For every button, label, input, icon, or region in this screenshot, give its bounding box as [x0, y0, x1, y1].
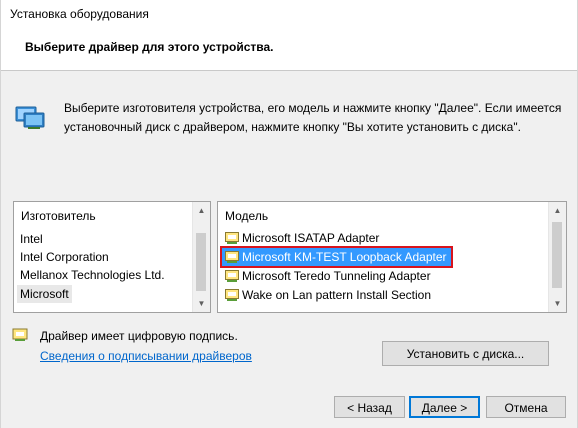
instruction-line-2: установочный диск с драйвером, нажмите к… [64, 120, 521, 134]
scroll-up-icon[interactable]: ▲ [193, 202, 210, 219]
model-list-header: Модель [225, 209, 269, 223]
driver-icon [225, 289, 239, 301]
header-divider [0, 70, 578, 71]
back-button[interactable]: < Назад [334, 396, 405, 418]
instruction-line-1: Выберите изготовителя устройства, его мо… [64, 101, 562, 115]
scroll-thumb[interactable] [196, 233, 206, 291]
instruction-text: Выберите изготовителя устройства, его мо… [64, 99, 564, 137]
driver-icon [225, 232, 239, 244]
have-disk-button[interactable]: Установить с диска... [382, 341, 549, 366]
model-list[interactable]: Модель Microsoft ISATAP Adapter Microsof… [217, 201, 567, 313]
list-item[interactable]: Mellanox Technologies Ltd. [20, 266, 165, 284]
model-label: Microsoft ISATAP Adapter [242, 231, 380, 245]
scroll-up-icon[interactable]: ▲ [549, 202, 566, 219]
wizard-header: Установка оборудования Выберите драйвер … [0, 0, 578, 70]
list-item[interactable]: Wake on Lan pattern Install Section [222, 286, 435, 304]
list-item-selected[interactable]: Microsoft KM-TEST Loopback Adapter [220, 246, 453, 268]
manufacturer-list[interactable]: Изготовитель Intel Intel Corporation Mel… [13, 201, 211, 313]
list-item[interactable]: Intel Corporation [20, 248, 109, 266]
scroll-down-icon[interactable]: ▼ [549, 295, 566, 312]
manufacturer-list-header: Изготовитель [21, 209, 96, 223]
model-label: Microsoft Teredo Tunneling Adapter [242, 269, 431, 283]
model-label: Wake on Lan pattern Install Section [242, 288, 431, 302]
model-label: Microsoft KM-TEST Loopback Adapter [242, 250, 447, 264]
footer-divider [13, 383, 565, 384]
scroll-down-icon[interactable]: ▼ [193, 295, 210, 312]
manufacturer-scrollbar[interactable]: ▲ ▼ [192, 202, 210, 312]
list-item[interactable]: Intel [20, 230, 43, 248]
next-button[interactable]: Далее > [409, 396, 480, 418]
list-item[interactable]: Microsoft Teredo Tunneling Adapter [222, 267, 435, 285]
cancel-button[interactable]: Отмена [486, 396, 566, 418]
model-scrollbar[interactable]: ▲ ▼ [548, 202, 566, 312]
signed-driver-icon [12, 328, 28, 341]
list-item-selected[interactable]: Microsoft [17, 285, 72, 303]
window-border-left [0, 70, 1, 428]
window-title: Установка оборудования [10, 7, 149, 21]
network-adapter-icon [15, 106, 45, 129]
driver-icon [225, 270, 239, 282]
signature-status: Драйвер имеет цифровую подпись. [40, 329, 238, 343]
driver-signing-link[interactable]: Сведения о подписывании драйверов [40, 349, 252, 363]
scroll-thumb[interactable] [552, 222, 562, 288]
list-item[interactable]: Microsoft ISATAP Adapter [222, 229, 383, 247]
page-subtitle: Выберите драйвер для этого устройства. [25, 40, 274, 54]
driver-icon [225, 251, 239, 263]
